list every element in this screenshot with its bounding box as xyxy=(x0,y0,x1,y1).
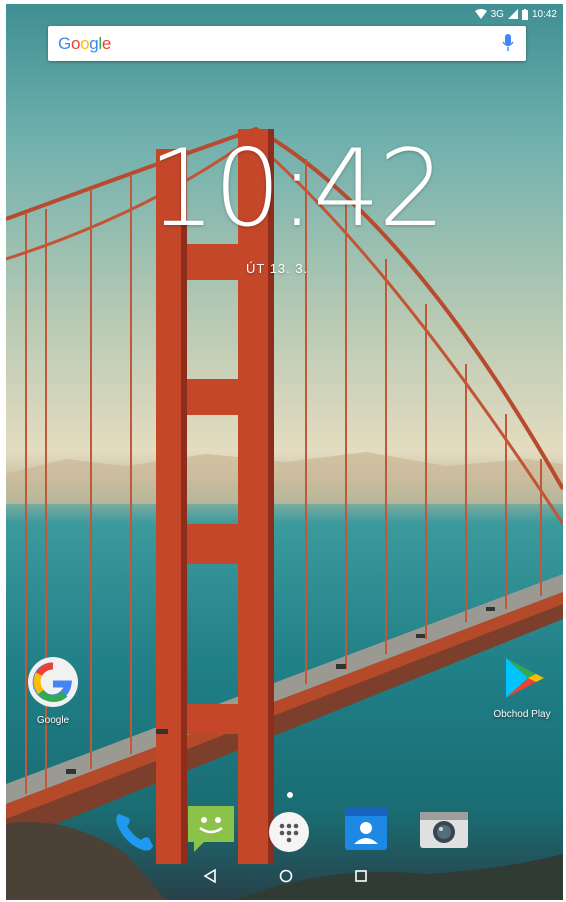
clock-widget-time[interactable]: 10:42 xyxy=(146,127,446,250)
status-bar: 3G 10:42 xyxy=(474,4,563,24)
wifi-icon xyxy=(474,9,487,19)
messages-icon[interactable] xyxy=(184,802,234,852)
app-play-store[interactable]: Obchod Play xyxy=(487,654,557,720)
page-indicator xyxy=(287,792,293,798)
signal-icon xyxy=(507,9,518,19)
camera-icon[interactable] xyxy=(418,806,468,856)
home-screen: 3G 10:42 Google 10:42 ÚT 13. 3. Google O… xyxy=(6,4,563,900)
back-icon[interactable] xyxy=(202,868,217,888)
play-store-icon xyxy=(506,658,544,698)
app-google[interactable]: Google xyxy=(18,656,88,726)
contacts-icon[interactable] xyxy=(343,806,393,856)
app-label: Google xyxy=(36,715,70,726)
network-type: 3G xyxy=(490,8,504,20)
phone-icon[interactable] xyxy=(109,806,159,856)
clock-widget-date[interactable]: ÚT 13. 3. xyxy=(246,261,336,276)
status-time: 10:42 xyxy=(531,8,557,20)
home-icon[interactable] xyxy=(279,869,293,888)
google-app-icon xyxy=(28,657,78,707)
app-label: Obchod Play xyxy=(493,709,551,720)
recents-icon[interactable] xyxy=(354,869,367,887)
google-logo: Google xyxy=(58,33,112,53)
google-search-bar[interactable]: Google xyxy=(48,26,526,61)
navigation-bar xyxy=(6,856,563,900)
all-apps-icon[interactable] xyxy=(268,811,310,853)
battery-icon xyxy=(521,8,528,20)
mic-icon[interactable] xyxy=(502,34,514,57)
